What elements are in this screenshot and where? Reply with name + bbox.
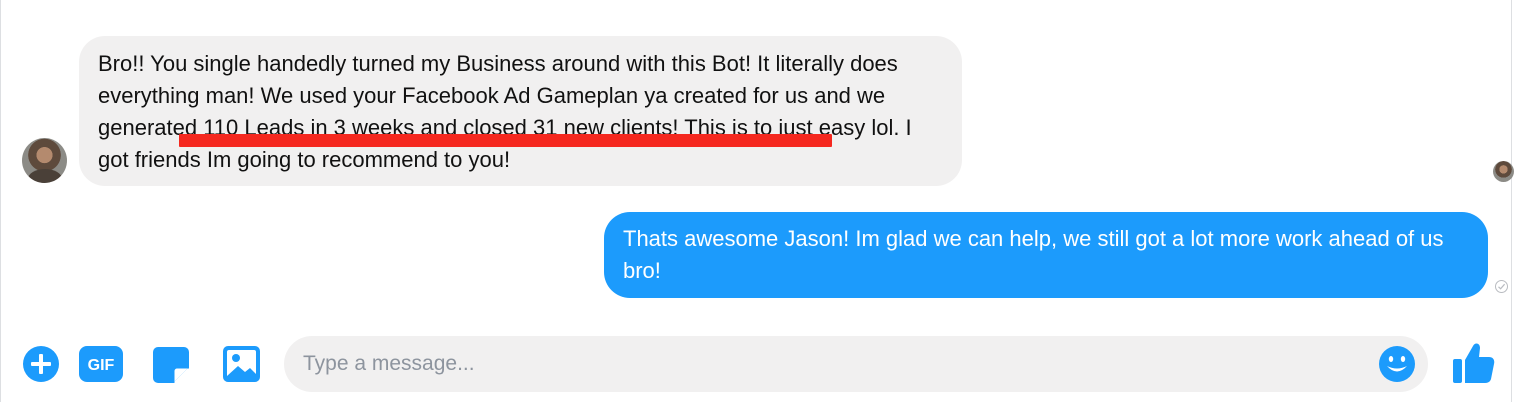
window-border-left [0, 0, 1, 402]
gif-icon[interactable]: GIF [79, 346, 123, 382]
sent-check-icon [1495, 280, 1508, 293]
incoming-message-bubble[interactable]: Bro!! You single handedly turned my Busi… [79, 36, 962, 186]
outgoing-message-text: Thats awesome Jason! Im glad we can help… [623, 226, 1444, 283]
read-receipt-avatar [1493, 161, 1514, 182]
message-input-container[interactable] [284, 336, 1428, 392]
outgoing-message-bubble[interactable]: Thats awesome Jason! Im glad we can help… [604, 212, 1488, 298]
sticker-icon[interactable] [153, 347, 189, 383]
gif-label: GIF [88, 357, 115, 374]
message-input[interactable] [303, 336, 1373, 392]
thumbs-up-icon[interactable] [1451, 342, 1495, 384]
highlight-underline [179, 134, 832, 147]
incoming-message-text: Bro!! You single handedly turned my Busi… [98, 51, 912, 172]
plus-icon[interactable] [23, 346, 59, 382]
window-border-right [1511, 0, 1512, 402]
image-icon[interactable] [223, 346, 260, 382]
sender-avatar[interactable] [22, 138, 67, 183]
emoji-icon[interactable] [1378, 345, 1416, 383]
